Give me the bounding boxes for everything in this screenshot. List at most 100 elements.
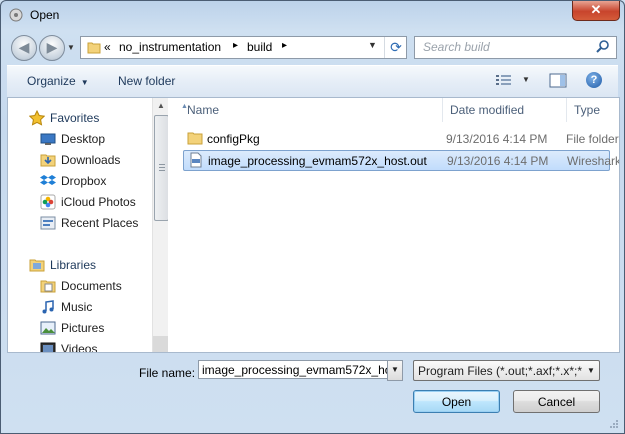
file-name: image_processing_evmam572x_host.out: [208, 154, 427, 168]
search-icon[interactable]: [596, 40, 609, 54]
nav-libraries[interactable]: Libraries: [8, 255, 152, 274]
desktop-icon: [40, 133, 56, 145]
breadcrumb-build[interactable]: build: [247, 40, 272, 54]
nav-item-icloud-photos[interactable]: iCloud Photos: [8, 192, 152, 211]
nav-item-desktop[interactable]: Desktop: [8, 129, 152, 148]
nav-favorites-label: Favorites: [50, 111, 100, 125]
command-bar: Organize ▼ New folder ▼ ?: [7, 65, 618, 98]
file-list: Name ▲ Date modified Type configPkg 9/13…: [173, 98, 619, 352]
music-icon: [42, 300, 54, 314]
breadcrumb-separator[interactable]: ▸: [282, 40, 287, 51]
nav-item-label: Music: [61, 300, 93, 314]
nav-item-videos[interactable]: Videos: [8, 339, 152, 352]
refresh-icon: ⟳: [390, 39, 402, 55]
close-button[interactable]: ✕: [572, 1, 620, 21]
address-dropdown[interactable]: ▼: [368, 40, 377, 50]
nav-item-downloads[interactable]: Downloads: [8, 150, 152, 169]
grip-line: [159, 170, 165, 171]
downloads-icon: [40, 154, 56, 167]
file-icon: [190, 152, 202, 168]
file-name-input[interactable]: [198, 360, 396, 379]
forward-arrow-icon: ▶: [46, 39, 58, 55]
new-folder-button[interactable]: New folder: [118, 74, 175, 88]
folder-icon: [87, 42, 101, 54]
column-header-type[interactable]: Type: [566, 98, 619, 122]
main-area: Favorites Desktop Downloads Dropbox iClo…: [7, 97, 620, 353]
view-options-icon[interactable]: [495, 73, 513, 87]
icloud-photos-icon: [40, 194, 56, 210]
star-icon: [29, 110, 45, 126]
preview-pane-icon[interactable]: [549, 73, 567, 88]
chevron-down-icon: ▼: [80, 78, 89, 87]
help-icon[interactable]: ?: [586, 72, 602, 88]
organize-label: Organize: [27, 74, 76, 88]
file-name: configPkg: [207, 132, 260, 146]
column-header-date[interactable]: Date modified: [442, 98, 567, 122]
videos-icon: [40, 342, 56, 352]
address-overflow[interactable]: «: [104, 40, 111, 54]
breadcrumb-no-instrumentation[interactable]: no_instrumentation: [119, 40, 221, 54]
forward-button[interactable]: ▶: [39, 35, 65, 61]
dialog-window: Open ✕ ◀ ▶ ▼ « no_instrumentation ▸ buil…: [0, 0, 625, 434]
breadcrumb-separator[interactable]: ▸: [233, 40, 238, 51]
nav-item-label: Desktop: [61, 132, 106, 146]
grip-line: [159, 167, 165, 168]
file-type-select[interactable]: Program Files (*.out;*.axf;*.x*;*. ▼: [413, 360, 600, 381]
file-row-configpkg[interactable]: configPkg 9/13/2016 4:14 PM File folder: [183, 129, 619, 148]
file-row-selected[interactable]: image_processing_evmam572x_host.out 9/13…: [183, 150, 619, 171]
nav-scrollbar[interactable]: ▲: [152, 98, 169, 352]
file-date: 9/13/2016 4:14 PM: [447, 154, 549, 168]
column-name-label: Name: [187, 103, 220, 117]
nav-item-music[interactable]: Music: [8, 297, 152, 316]
nav-item-label: Documents: [61, 279, 122, 293]
recent-locations-dropdown[interactable]: ▼: [67, 43, 75, 52]
column-date-label: Date modified: [450, 103, 525, 117]
file-name-dropdown[interactable]: ▼: [387, 360, 403, 381]
resize-grip-icon[interactable]: [609, 419, 619, 429]
pictures-icon: [40, 321, 56, 335]
column-type-label: Type: [574, 103, 601, 117]
chevron-down-icon: ▼: [587, 366, 595, 375]
cancel-button[interactable]: Cancel: [513, 390, 600, 413]
back-arrow-icon: ◀: [18, 39, 30, 55]
nav-item-label: Recent Places: [61, 216, 139, 230]
search-box[interactable]: Search build: [414, 36, 617, 59]
libraries-icon: [29, 259, 45, 272]
folder-icon: [187, 132, 203, 145]
column-header-name[interactable]: Name ▲: [173, 98, 443, 122]
address-bar[interactable]: « no_instrumentation ▸ build ▸ ▼ ⟳: [80, 36, 407, 59]
open-button[interactable]: Open: [413, 390, 500, 413]
title-bar[interactable]: Open ✕: [1, 1, 624, 29]
back-button[interactable]: ◀: [11, 35, 37, 61]
nav-item-documents[interactable]: Documents: [8, 276, 152, 295]
nav-libraries-label: Libraries: [50, 258, 97, 272]
grip-line: [159, 164, 165, 165]
nav-item-label: Downloads: [61, 153, 121, 167]
app-icon: [9, 8, 23, 22]
scroll-up-icon[interactable]: ▲: [157, 101, 165, 110]
organize-button[interactable]: Organize ▼: [27, 74, 89, 88]
nav-item-pictures[interactable]: Pictures: [8, 318, 152, 337]
file-date: 9/13/2016 4:14 PM: [446, 132, 548, 146]
dropbox-icon: [40, 175, 56, 185]
nav-item-label: Videos: [61, 342, 98, 352]
nav-favorites[interactable]: Favorites: [8, 108, 152, 127]
file-type: Wireshark: [567, 154, 619, 168]
sort-ascending-icon: ▲: [181, 103, 188, 110]
scroll-down-button[interactable]: [153, 336, 169, 352]
nav-item-label: iCloud Photos: [61, 195, 136, 209]
file-name-label: File name:: [139, 366, 196, 380]
documents-icon: [40, 280, 56, 293]
nav-item-label: Pictures: [61, 321, 105, 335]
nav-item-dropbox[interactable]: Dropbox: [8, 171, 152, 190]
file-type-value: Program Files (*.out;*.axf;*.x*;*.: [418, 364, 583, 378]
recent-places-icon: [40, 216, 56, 230]
nav-item-label: Dropbox: [61, 174, 107, 188]
refresh-button[interactable]: ⟳: [384, 37, 407, 58]
nav-item-recent-places[interactable]: Recent Places: [8, 213, 152, 232]
file-type: File folder: [566, 132, 619, 146]
search-input[interactable]: Search build: [423, 40, 490, 54]
view-dropdown[interactable]: ▼: [522, 75, 530, 84]
scrollbar-thumb[interactable]: [154, 115, 169, 221]
window-title: Open: [30, 8, 60, 22]
